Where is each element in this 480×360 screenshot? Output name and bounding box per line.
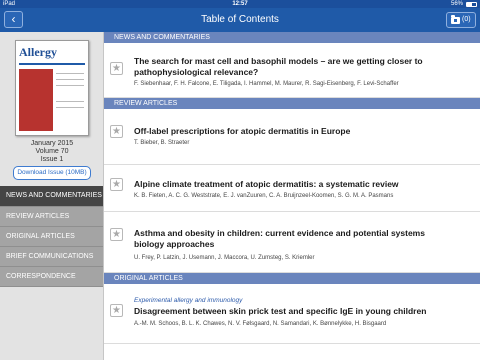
article-category: Experimental allergy and immunology (134, 297, 243, 304)
sidebar: Allergy January 2015 Volume 70 Issue 1 D… (0, 32, 104, 360)
chevron-left-icon: ‹ (11, 12, 16, 26)
toc-list[interactable]: NEWS AND COMMENTARIES ★ The search for m… (104, 32, 480, 360)
article-authors: F. Siebenhaar, F. H. Falcone, E. Tiligad… (134, 81, 399, 87)
issue-volume: Volume 70 (35, 148, 69, 155)
article-item[interactable]: ★ Experimental allergy and immunology Di… (104, 284, 480, 344)
sidebar-item-brief[interactable]: BRIEF COMMUNICATIONS (0, 247, 103, 267)
downloads-button[interactable]: (0) (446, 12, 476, 28)
article-item[interactable]: ★ Alpine climate treatment of atopic der… (104, 165, 480, 212)
section-header-news: NEWS AND COMMENTARIES (104, 32, 480, 43)
section-header-original: ORIGINAL ARTICLES (104, 273, 480, 284)
article-item[interactable]: ★ Asthma and obesity in children: curren… (104, 212, 480, 273)
nav-bar: Table of Contents ‹ (0) (0, 8, 480, 32)
article-title[interactable]: Disagreement between skin prick test and… (134, 306, 454, 317)
article-authors: U. Frey, P. Latzin, J. Usemann, J. Macco… (134, 255, 315, 261)
issue-number: Issue 1 (40, 156, 64, 163)
star-icon[interactable]: ★ (110, 62, 123, 75)
star-icon[interactable]: ★ (110, 228, 123, 241)
article-item[interactable]: ★ Off-label prescriptions for atopic der… (104, 109, 480, 165)
star-icon[interactable]: ★ (110, 304, 123, 317)
sidebar-item-news[interactable]: NEWS AND COMMENTARIES (0, 186, 103, 207)
battery-icon (466, 2, 477, 7)
star-icon[interactable]: ★ (110, 178, 123, 191)
article-item[interactable]: ★ The search for mast cell and basophil … (104, 43, 480, 98)
section-nav: NEWS AND COMMENTARIES REVIEW ARTICLES OR… (0, 186, 103, 287)
article-authors: T. Bieber, B. Straeter (134, 140, 190, 146)
article-title[interactable]: Alpine climate treatment of atopic derma… (134, 179, 454, 190)
issue-date: January 2015 (30, 140, 74, 147)
article-authors: K. B. Fieten, A. C. G. Weststrate, E. J.… (134, 193, 394, 199)
star-icon[interactable]: ★ (110, 125, 123, 138)
sidebar-item-review[interactable]: REVIEW ARTICLES (0, 207, 103, 227)
back-button[interactable]: ‹ (4, 11, 23, 28)
journal-cover[interactable]: Allergy (15, 40, 89, 136)
article-title[interactable]: Asthma and obesity in children: current … (134, 228, 454, 250)
article-title[interactable]: The search for mast cell and basophil mo… (134, 56, 454, 78)
section-header-review: REVIEW ARTICLES (104, 98, 480, 109)
battery-percent: 56% (450, 1, 463, 7)
download-issue-button[interactable]: Download Issue (10MB) (13, 166, 91, 180)
page-title: Table of Contents (201, 14, 279, 25)
download-folder-icon (451, 15, 460, 24)
status-bar: iPad 12:57 56% (0, 0, 480, 8)
downloads-count: (0) (462, 16, 471, 23)
sidebar-item-correspondence[interactable]: CORRESPONDENCE (0, 267, 103, 287)
sidebar-item-original[interactable]: ORIGINAL ARTICLES (0, 227, 103, 247)
article-title[interactable]: Off-label prescriptions for atopic derma… (134, 126, 454, 137)
journal-logo: Allergy (19, 45, 57, 59)
clock: 12:57 (232, 1, 248, 7)
article-authors: A.-M. M. Schoos, B. L. K. Chawes, N. V. … (134, 321, 387, 327)
